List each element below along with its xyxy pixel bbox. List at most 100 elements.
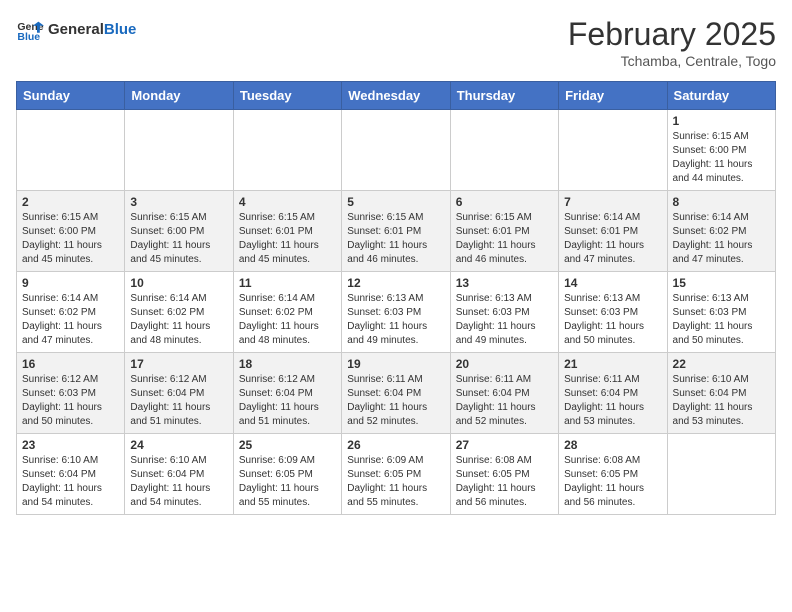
calendar-cell: 28 Sunrise: 6:08 AM Sunset: 6:05 PM Dayli… (559, 434, 667, 515)
calendar-table: SundayMondayTuesdayWednesdayThursdayFrid… (16, 81, 776, 515)
day-number: 8 (673, 195, 770, 209)
calendar-cell: 10 Sunrise: 6:14 AM Sunset: 6:02 PM Dayli… (125, 272, 233, 353)
calendar-cell (450, 110, 558, 191)
calendar-cell: 5 Sunrise: 6:15 AM Sunset: 6:01 PM Daylig… (342, 191, 450, 272)
month-title: February 2025 (568, 16, 776, 53)
calendar-cell: 15Sunrise: 6:13 AM Sunset: 6:03 PM Dayli… (667, 272, 775, 353)
day-info: Sunrise: 6:09 AM Sunset: 6:05 PM Dayligh… (239, 454, 336, 510)
weekday-header: Tuesday (233, 82, 341, 110)
day-info: Sunrise: 6:13 AM Sunset: 6:03 PM Dayligh… (347, 292, 444, 348)
calendar-cell: 6Sunrise: 6:15 AM Sunset: 6:01 PM Daylig… (450, 191, 558, 272)
title-block: February 2025 Tchamba, Centrale, Togo (568, 16, 776, 69)
calendar-cell: 4Sunrise: 6:15 AM Sunset: 6:01 PM Daylig… (233, 191, 341, 272)
calendar-cell (342, 110, 450, 191)
weekday-header-row: SundayMondayTuesdayWednesdayThursdayFrid… (17, 82, 776, 110)
day-number: 10 (130, 276, 227, 290)
calendar-cell: 12Sunrise: 6:13 AM Sunset: 6:03 PM Dayli… (342, 272, 450, 353)
svg-text:Blue: Blue (17, 31, 40, 43)
calendar-cell: 27 Sunrise: 6:08 AM Sunset: 6:05 PM Dayli… (450, 434, 558, 515)
day-number: 15 (673, 276, 770, 290)
day-number: 27 (456, 438, 553, 452)
calendar-cell: 3 Sunrise: 6:15 AM Sunset: 6:00 PM Daylig… (125, 191, 233, 272)
logo-general: General (48, 21, 104, 38)
calendar-cell: 13 Sunrise: 6:13 AM Sunset: 6:03 PM Dayli… (450, 272, 558, 353)
calendar-cell: 18 Sunrise: 6:12 AM Sunset: 6:04 PM Dayli… (233, 353, 341, 434)
day-number: 11 (239, 276, 336, 290)
day-info: Sunrise: 6:15 AM Sunset: 6:00 PM Dayligh… (673, 130, 770, 186)
day-number: 24 (130, 438, 227, 452)
calendar-cell: 21Sunrise: 6:11 AM Sunset: 6:04 PM Dayli… (559, 353, 667, 434)
weekday-header: Monday (125, 82, 233, 110)
calendar-cell: 22 Sunrise: 6:10 AM Sunset: 6:04 PM Dayli… (667, 353, 775, 434)
day-number: 1 (673, 114, 770, 128)
calendar-cell: 24 Sunrise: 6:10 AM Sunset: 6:04 PM Dayli… (125, 434, 233, 515)
calendar-cell (559, 110, 667, 191)
day-number: 21 (564, 357, 661, 371)
day-number: 9 (22, 276, 119, 290)
calendar-cell: 7 Sunrise: 6:14 AM Sunset: 6:01 PM Daylig… (559, 191, 667, 272)
day-info: Sunrise: 6:09 AM Sunset: 6:05 PM Dayligh… (347, 454, 444, 510)
day-info: Sunrise: 6:12 AM Sunset: 6:04 PM Dayligh… (130, 373, 227, 429)
day-number: 28 (564, 438, 661, 452)
day-number: 19 (347, 357, 444, 371)
weekday-header: Thursday (450, 82, 558, 110)
weekday-header: Saturday (667, 82, 775, 110)
day-info: Sunrise: 6:15 AM Sunset: 6:00 PM Dayligh… (130, 211, 227, 267)
day-number: 5 (347, 195, 444, 209)
logo-icon: General Blue (16, 16, 44, 44)
calendar-cell: 23 Sunrise: 6:10 AM Sunset: 6:04 PM Dayli… (17, 434, 125, 515)
calendar-week-row: 9 Sunrise: 6:14 AM Sunset: 6:02 PM Daylig… (17, 272, 776, 353)
day-number: 2 (22, 195, 119, 209)
day-number: 7 (564, 195, 661, 209)
calendar-cell (233, 110, 341, 191)
day-info: Sunrise: 6:14 AM Sunset: 6:01 PM Dayligh… (564, 211, 661, 267)
day-number: 18 (239, 357, 336, 371)
calendar-cell: 14 Sunrise: 6:13 AM Sunset: 6:03 PM Dayli… (559, 272, 667, 353)
day-number: 20 (456, 357, 553, 371)
calendar-week-row: 1 Sunrise: 6:15 AM Sunset: 6:00 PM Daylig… (17, 110, 776, 191)
day-number: 25 (239, 438, 336, 452)
day-number: 13 (456, 276, 553, 290)
day-info: Sunrise: 6:15 AM Sunset: 6:01 PM Dayligh… (456, 211, 553, 267)
weekday-header: Sunday (17, 82, 125, 110)
day-info: Sunrise: 6:14 AM Sunset: 6:02 PM Dayligh… (130, 292, 227, 348)
day-number: 23 (22, 438, 119, 452)
day-info: Sunrise: 6:13 AM Sunset: 6:03 PM Dayligh… (456, 292, 553, 348)
logo: General Blue GeneralBlue (16, 16, 136, 44)
logo-blue: Blue (104, 21, 137, 38)
calendar-cell (17, 110, 125, 191)
calendar-week-row: 2 Sunrise: 6:15 AM Sunset: 6:00 PM Daylig… (17, 191, 776, 272)
day-info: Sunrise: 6:12 AM Sunset: 6:03 PM Dayligh… (22, 373, 119, 429)
day-info: Sunrise: 6:12 AM Sunset: 6:04 PM Dayligh… (239, 373, 336, 429)
day-number: 3 (130, 195, 227, 209)
weekday-header: Wednesday (342, 82, 450, 110)
calendar-week-row: 16 Sunrise: 6:12 AM Sunset: 6:03 PM Dayli… (17, 353, 776, 434)
day-number: 22 (673, 357, 770, 371)
calendar-cell: 9 Sunrise: 6:14 AM Sunset: 6:02 PM Daylig… (17, 272, 125, 353)
day-info: Sunrise: 6:08 AM Sunset: 6:05 PM Dayligh… (456, 454, 553, 510)
calendar-cell: 8 Sunrise: 6:14 AM Sunset: 6:02 PM Daylig… (667, 191, 775, 272)
calendar-week-row: 23 Sunrise: 6:10 AM Sunset: 6:04 PM Dayli… (17, 434, 776, 515)
day-number: 26 (347, 438, 444, 452)
calendar-cell: 19 Sunrise: 6:11 AM Sunset: 6:04 PM Dayli… (342, 353, 450, 434)
calendar-cell (667, 434, 775, 515)
day-info: Sunrise: 6:10 AM Sunset: 6:04 PM Dayligh… (673, 373, 770, 429)
day-info: Sunrise: 6:13 AM Sunset: 6:03 PM Dayligh… (564, 292, 661, 348)
day-info: Sunrise: 6:14 AM Sunset: 6:02 PM Dayligh… (22, 292, 119, 348)
day-info: Sunrise: 6:14 AM Sunset: 6:02 PM Dayligh… (673, 211, 770, 267)
calendar-cell: 2Sunrise: 6:15 AM Sunset: 6:00 PM Daylig… (17, 191, 125, 272)
page-header: General Blue GeneralBlue February 2025 T… (16, 16, 776, 69)
day-info: Sunrise: 6:14 AM Sunset: 6:02 PM Dayligh… (239, 292, 336, 348)
calendar-cell: 20Sunrise: 6:11 AM Sunset: 6:04 PM Dayli… (450, 353, 558, 434)
day-number: 14 (564, 276, 661, 290)
day-info: Sunrise: 6:10 AM Sunset: 6:04 PM Dayligh… (130, 454, 227, 510)
calendar-cell: 26 Sunrise: 6:09 AM Sunset: 6:05 PM Dayli… (342, 434, 450, 515)
day-info: Sunrise: 6:10 AM Sunset: 6:04 PM Dayligh… (22, 454, 119, 510)
day-number: 16 (22, 357, 119, 371)
calendar-cell: 17Sunrise: 6:12 AM Sunset: 6:04 PM Dayli… (125, 353, 233, 434)
day-info: Sunrise: 6:11 AM Sunset: 6:04 PM Dayligh… (347, 373, 444, 429)
day-info: Sunrise: 6:15 AM Sunset: 6:01 PM Dayligh… (347, 211, 444, 267)
day-info: Sunrise: 6:08 AM Sunset: 6:05 PM Dayligh… (564, 454, 661, 510)
calendar-cell: 16 Sunrise: 6:12 AM Sunset: 6:03 PM Dayli… (17, 353, 125, 434)
location: Tchamba, Centrale, Togo (568, 53, 776, 69)
